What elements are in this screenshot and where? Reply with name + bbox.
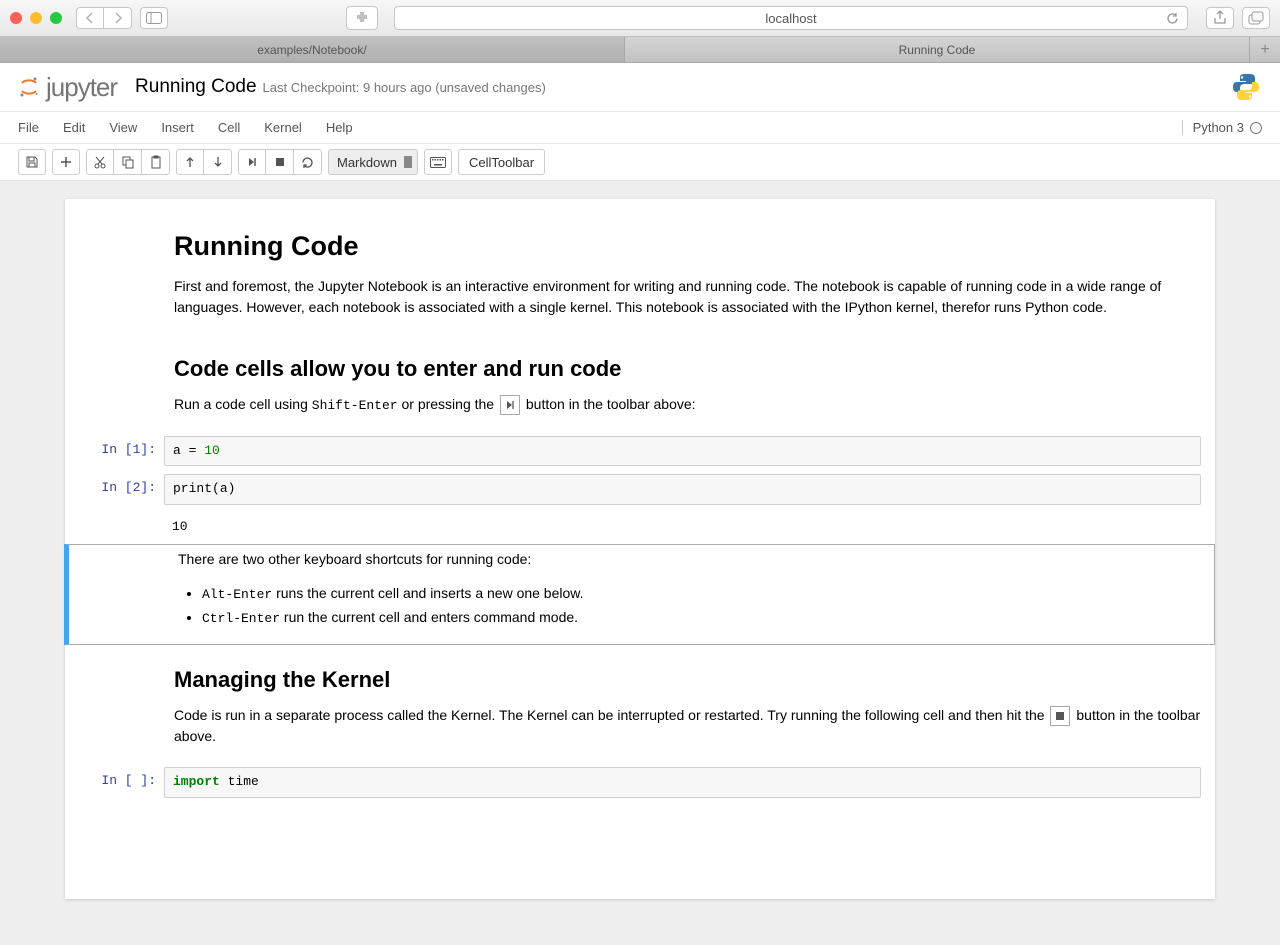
browser-tab-1[interactable]: Running Code [625, 37, 1250, 62]
move-up-button[interactable] [176, 149, 204, 175]
intro-paragraph: First and foremost, the Jupyter Notebook… [174, 276, 1201, 318]
code-input-2[interactable]: print(a) [164, 474, 1201, 505]
code-output-2: 10 [65, 509, 1215, 544]
jupyter-logo-text: jupyter [46, 72, 117, 103]
stop-button[interactable] [266, 149, 294, 175]
tabs-button[interactable] [1242, 7, 1270, 29]
code-input-3[interactable]: import time [164, 767, 1201, 798]
menu-cell[interactable]: Cell [206, 120, 252, 135]
code-cell-1[interactable]: In [1]: a = 10 [65, 432, 1215, 471]
menu-file[interactable]: File [18, 120, 51, 135]
sidebar-toggle-button[interactable] [140, 7, 168, 29]
move-down-button[interactable] [204, 149, 232, 175]
list-item: Ctrl-Enter run the current cell and ente… [202, 606, 1200, 630]
url-bar[interactable]: localhost [394, 6, 1188, 30]
markdown-cell-code-cells[interactable]: Code cells allow you to enter and run co… [65, 334, 1215, 432]
notebook-scroll-area[interactable]: Running Code First and foremost, the Jup… [0, 181, 1280, 945]
paste-button[interactable] [142, 149, 170, 175]
inline-stop-icon [1050, 706, 1070, 726]
output-text-2: 10 [164, 513, 1201, 540]
cut-button[interactable] [86, 149, 114, 175]
run-button[interactable] [238, 149, 266, 175]
h1-title: Running Code [174, 231, 1201, 262]
menu-view[interactable]: View [97, 120, 149, 135]
shortcuts-list: Alt-Enter runs the current cell and inse… [202, 582, 1200, 630]
menu-bar: File Edit View Insert Cell Kernel Help P… [0, 112, 1280, 144]
prompt-in1: In [1]: [69, 436, 164, 467]
kernel-indicator: Python 3 [1182, 120, 1262, 135]
menu-edit[interactable]: Edit [51, 120, 97, 135]
restart-button[interactable] [294, 149, 322, 175]
cell-type-select-wrap: Markdown ▴▾ [328, 149, 418, 175]
new-tab-button[interactable]: + [1250, 37, 1280, 62]
forward-button[interactable] [104, 7, 132, 29]
maximize-window-icon[interactable] [50, 12, 62, 24]
menu-insert[interactable]: Insert [149, 120, 206, 135]
notebook-container: Running Code First and foremost, the Jup… [65, 199, 1215, 899]
share-button[interactable] [1206, 7, 1234, 29]
traffic-lights [10, 12, 62, 24]
jupyter-logo[interactable]: jupyter [18, 72, 117, 103]
shortcuts-paragraph: There are two other keyboard shortcuts f… [178, 549, 1200, 570]
close-window-icon[interactable] [10, 12, 22, 24]
menu-help[interactable]: Help [314, 120, 365, 135]
markdown-cell-title[interactable]: Running Code First and foremost, the Jup… [65, 217, 1215, 334]
browser-tab-0[interactable]: examples/Notebook/ [0, 37, 625, 62]
code-cell-3[interactable]: In [ ]: import time [65, 763, 1215, 802]
cell-toolbar-button[interactable]: CellToolbar [458, 149, 545, 175]
copy-button[interactable] [114, 149, 142, 175]
cell-type-select[interactable]: Markdown [328, 149, 418, 175]
browser-tab-bar: examples/Notebook/ Running Code + [0, 37, 1280, 63]
kernel-paragraph: Code is run in a separate process called… [174, 705, 1201, 747]
h2-kernel: Managing the Kernel [174, 667, 1201, 693]
save-button[interactable] [18, 149, 46, 175]
list-item: Alt-Enter runs the current cell and inse… [202, 582, 1200, 606]
h2-code-cells: Code cells allow you to enter and run co… [174, 356, 1201, 382]
add-cell-button[interactable] [52, 149, 80, 175]
back-button[interactable] [76, 7, 104, 29]
toolbar: Markdown ▴▾ CellToolbar [0, 144, 1280, 181]
kernel-status-icon [1250, 122, 1262, 134]
markdown-cell-kernel[interactable]: Managing the Kernel Code is run in a sep… [65, 645, 1215, 763]
nav-buttons [76, 7, 132, 29]
code-input-1[interactable]: a = 10 [164, 436, 1201, 467]
browser-chrome: localhost [0, 0, 1280, 37]
url-text: localhost [765, 11, 816, 26]
extension-icon[interactable] [346, 6, 378, 30]
reload-icon[interactable] [1166, 12, 1179, 25]
run-cell-paragraph: Run a code cell using Shift-Enter or pre… [174, 394, 1201, 416]
kernel-name: Python 3 [1193, 120, 1244, 135]
minimize-window-icon[interactable] [30, 12, 42, 24]
menu-kernel[interactable]: Kernel [252, 120, 314, 135]
code-cell-2[interactable]: In [2]: print(a) [65, 470, 1215, 509]
keyboard-button[interactable] [424, 149, 452, 175]
prompt-in2: In [2]: [69, 474, 164, 505]
python-logo-icon [1230, 71, 1262, 103]
markdown-cell-shortcuts[interactable]: There are two other keyboard shortcuts f… [64, 544, 1215, 645]
jupyter-logo-icon [18, 76, 40, 98]
checkpoint-text: Last Checkpoint: 9 hours ago (unsaved ch… [263, 80, 546, 95]
inline-run-icon [500, 395, 520, 415]
prompt-in-empty: In [ ]: [69, 767, 164, 798]
notebook-name[interactable]: Running Code [135, 76, 256, 98]
notebook-header: jupyter Running Code Last Checkpoint: 9 … [0, 63, 1280, 112]
